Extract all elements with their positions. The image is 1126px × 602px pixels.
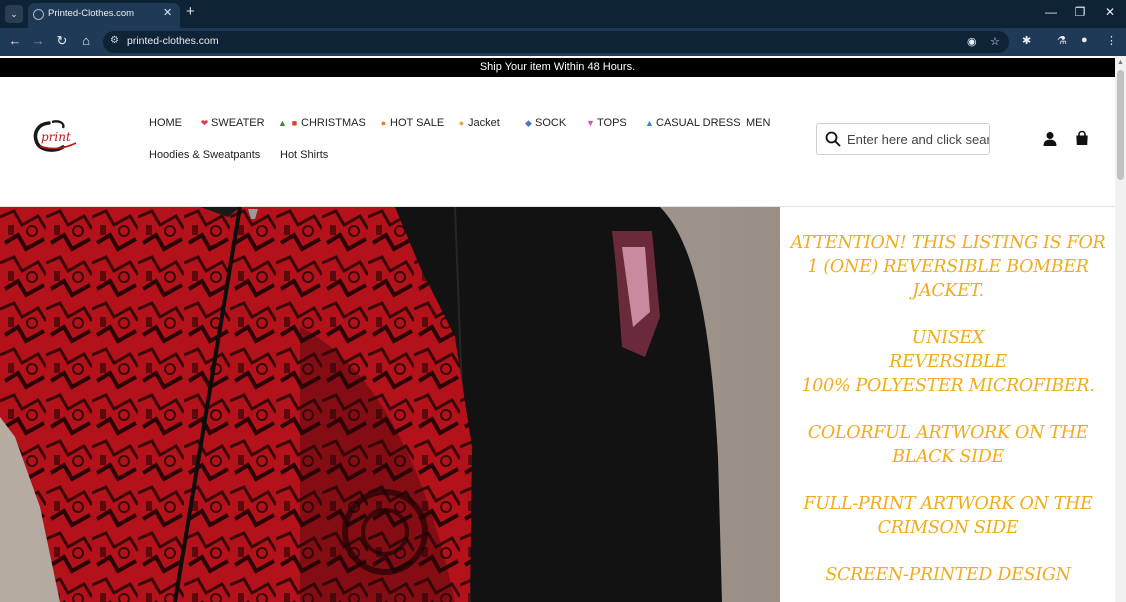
address-url[interactable]: printed-clothes.com — [127, 35, 219, 47]
nav-sweater-label: SWEATER — [211, 117, 265, 129]
nav-men-label: MEN — [746, 117, 771, 129]
product-hero-image — [0, 207, 780, 602]
labs-flask-icon[interactable]: ⚗ — [1057, 34, 1067, 47]
eye-off-icon[interactable]: ◉ — [967, 35, 977, 48]
shirt-icon: ▼ — [586, 118, 595, 128]
description-line: COLORFUL ARTWORK ON THE — [807, 423, 1089, 443]
nav-christmas-label: CHRISTMAS — [301, 117, 366, 129]
site-info-icon[interactable]: ⚙ — [110, 35, 119, 46]
scrollbar-thumb[interactable] — [1117, 70, 1124, 180]
favicon-icon — [33, 9, 44, 20]
logo-text: print — [41, 130, 71, 144]
gift-icon: ■ — [291, 118, 298, 128]
nav-hoodies[interactable]: Hoodies & Sweatpants — [149, 149, 260, 161]
home-icon[interactable]: ⌂ — [78, 33, 94, 48]
reload-icon[interactable]: ↻ — [54, 33, 70, 49]
description-line: REVERSIBLE — [889, 352, 1007, 372]
nav-sock[interactable]: ◆ SOCK — [523, 117, 566, 129]
description-line: 100% POLYESTER MICROFIBER. — [801, 376, 1095, 396]
description-line: CRIMSON SIDE — [877, 518, 1019, 538]
logo-mark-icon: print — [33, 120, 77, 152]
description-line: BLACK SIDE — [892, 447, 1004, 467]
extensions-icon[interactable]: ✱ — [1022, 34, 1031, 47]
bookmark-star-icon[interactable]: ☆ — [990, 35, 1000, 48]
description-line: UNISEX — [911, 328, 985, 348]
nav-christmas[interactable]: ▲ ■ CHRISTMAS — [277, 117, 366, 129]
product-description: ATTENTION! THIS LISTING IS FOR 1 (ONE) R… — [781, 207, 1115, 602]
description-line: 1 (ONE) REVERSIBLE BOMBER — [807, 257, 1089, 277]
address-bar[interactable]: ⚙ printed-clothes.com ◉ ☆ — [103, 31, 1009, 53]
new-tab-button[interactable]: + — [186, 3, 195, 20]
nav-casual-dress[interactable]: ▲ CASUAL DRESS — [644, 117, 741, 129]
nav-men[interactable]: MEN — [746, 117, 770, 129]
search-icon[interactable] — [825, 131, 841, 147]
forward-arrow-icon[interactable]: → — [30, 33, 46, 48]
nav-tops-label: TOPS — [597, 117, 627, 129]
nav-tops[interactable]: ▼ TOPS — [585, 117, 627, 129]
site-header: print HOME ❤ SWEATER ▲ ■ CHRISTMAS ● HOT SAL… — [0, 77, 1115, 207]
search-box[interactable] — [816, 123, 990, 155]
description-line: JACKET. — [912, 281, 984, 301]
browser-menu-icon[interactable]: ⋮ — [1106, 34, 1117, 47]
nav-hot-shirts-label: Hot Shirts — [280, 149, 329, 161]
nav-sock-label: SOCK — [535, 117, 567, 129]
tab-search-button[interactable]: ⌄ — [5, 5, 23, 23]
back-arrow-icon[interactable]: ← — [7, 33, 23, 48]
browser-toolbar: ← → ↻ ⌂ ⚙ printed-clothes.com ◉ ☆ ✱ ⚗ ● … — [0, 28, 1126, 56]
browser-tab-bar: ⌄ Printed-Clothes.com ✕ + — ❐ ✕ — [0, 0, 1126, 28]
nav-sweater[interactable]: ❤ SWEATER — [199, 117, 265, 129]
description-line: ATTENTION! THIS LISTING IS FOR — [790, 233, 1106, 253]
browser-tab[interactable]: Printed-Clothes.com ✕ — [28, 3, 180, 28]
tab-close-icon[interactable]: ✕ — [163, 6, 172, 19]
sock-icon: ◆ — [525, 118, 532, 128]
restore-button[interactable]: ❐ — [1070, 5, 1090, 19]
nav-home[interactable]: HOME — [149, 117, 182, 129]
site-logo[interactable]: print — [32, 120, 82, 154]
nav-jacket-label: Jacket — [468, 117, 500, 129]
search-input[interactable] — [847, 124, 989, 154]
description-line: FULL-PRINT ARTWORK ON THE — [803, 494, 1093, 514]
nav-casual-dress-label: CASUAL DRESS — [656, 117, 741, 129]
tab-title: Printed-Clothes.com — [48, 8, 135, 19]
profile-icon[interactable]: ● — [1081, 34, 1088, 46]
announcement-bar: Ship Your item Within 48 Hours. — [0, 58, 1115, 77]
christmas-tree-icon: ▲ — [278, 118, 287, 128]
nav-hot-sale[interactable]: ● HOT SALE — [378, 117, 444, 129]
dress-icon: ▲ — [645, 118, 654, 128]
nav-hot-sale-label: HOT SALE — [390, 117, 445, 129]
shopping-bag-icon[interactable] — [1074, 130, 1090, 146]
page-scrollbar[interactable]: ▲ — [1115, 56, 1126, 602]
nav-jacket[interactable]: ● Jacket — [456, 117, 500, 129]
jacket-photo — [0, 207, 780, 602]
description-line: SCREEN-PRINTED DESIGN — [825, 565, 1071, 585]
web-page: Ship Your item Within 48 Hours. print HO… — [0, 56, 1126, 602]
scroll-up-arrow-icon[interactable]: ▲ — [1117, 59, 1124, 66]
nav-hot-shirts[interactable]: Hot Shirts — [280, 149, 328, 161]
account-icon[interactable] — [1042, 131, 1058, 147]
fire-icon: ● — [380, 118, 387, 128]
nav-hoodies-label: Hoodies & Sweatpants — [149, 149, 261, 161]
jacket-icon: ● — [458, 118, 465, 128]
close-window-button[interactable]: ✕ — [1100, 5, 1120, 19]
heart-icon: ❤ — [200, 118, 209, 128]
minimize-button[interactable]: — — [1041, 5, 1061, 19]
nav-home-label: HOME — [149, 117, 182, 129]
